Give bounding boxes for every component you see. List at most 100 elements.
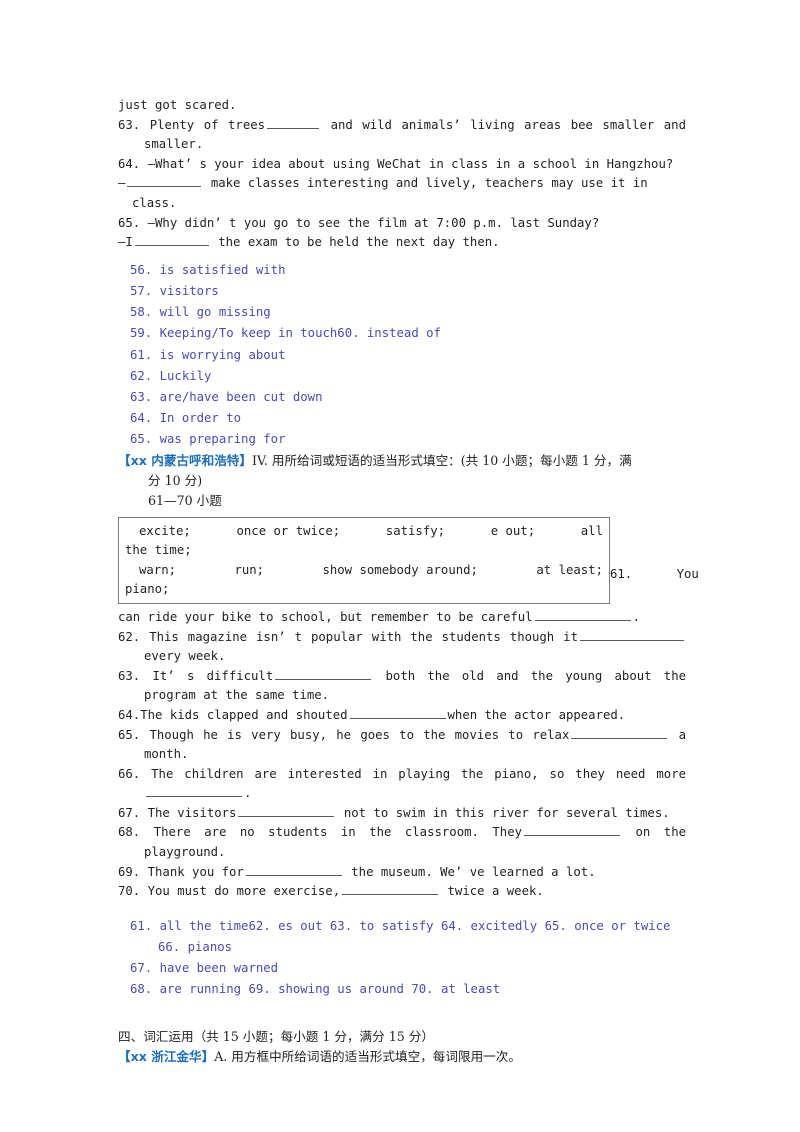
answer-key-bottom-line-1: 61. all the time62. es out 63. to satisf… [130, 918, 671, 933]
question-65b-number: 65. [118, 727, 141, 742]
question-64-prompt: 64. —What’ s your idea about using WeCha… [118, 155, 686, 175]
question-68: 68. There are no students in the classro… [118, 823, 686, 862]
question-65-dash: —I [118, 235, 133, 250]
answer-blank[interactable] [349, 707, 446, 719]
question-65-prompt: 65. —Why didn’ t you go to see the film … [118, 214, 686, 234]
answer-blank[interactable] [580, 629, 684, 641]
question-61-text-before: can ride your bike to school, but rememb… [118, 609, 533, 624]
word-bank-term: all [580, 523, 603, 538]
answer-key-line: 57. visitors [130, 283, 219, 298]
answer-blank[interactable] [146, 786, 242, 798]
question-67-text-before: The visitors [147, 805, 237, 820]
question-70-number: 70. [118, 884, 141, 899]
answer-blank[interactable] [245, 864, 342, 876]
answer-blank[interactable] [238, 805, 335, 817]
answer-key-line: 61. is worrying about [130, 347, 286, 362]
word-bank-term: e out; [490, 523, 536, 538]
inner-mongolia-instruction: 【xx 内蒙古呼和浩特】IV. 用所给词或短语的适当形式填空：(共 10 小题；… [118, 451, 686, 471]
word-bank-row-2: the time; [125, 543, 192, 558]
answer-blank[interactable] [134, 235, 209, 247]
word-bank-row-4: piano; [125, 582, 170, 597]
question-66-number: 66. [118, 766, 141, 781]
question-69-text-before: Thank you for [147, 864, 244, 879]
question-63b-number: 63. [118, 668, 141, 683]
word-bank-term: at least; [536, 562, 603, 577]
answer-blank[interactable] [342, 884, 439, 896]
answer-key-line: 64. In order to [130, 411, 242, 426]
answer-key-line: 56. is satisfied with [130, 262, 286, 277]
word-bank-row-1: excite; once or twice; satisfy; e out; a… [125, 522, 603, 542]
question-62-text-before: This magazine isn’ t popular with the st… [149, 629, 578, 644]
question-64-bottom: 64.The kids clapped and shouted when the … [118, 706, 686, 726]
question-64b-number: 64. [118, 707, 141, 722]
question-66-text-after: . [244, 786, 252, 801]
question-62-text-after: every week. [144, 649, 226, 664]
answer-key-bottom-line-2: 66. pianos [158, 940, 233, 955]
question-68-text-before: There are no students in the classroom. … [153, 825, 523, 840]
question-61-continuation: can ride your bike to school, but rememb… [118, 608, 686, 628]
inner-mongolia-instruction-text: IV. 用所给词或短语的适当形式填空：(共 10 小题；每小题 1 分，满 [251, 452, 632, 468]
question-68-number: 68. [118, 825, 141, 840]
question-69: 69. Thank you for the museum. We’ ve lea… [118, 863, 686, 883]
word-bank-box: excite; once or twice; satisfy; e out; a… [118, 516, 610, 604]
question-70-text-after: twice a week. [447, 884, 544, 899]
jinhua-section-heading: 四、词汇运用（共 15 小题；每小题 1 分，满分 15 分） [118, 1028, 434, 1044]
answer-key-line: 65. was preparing for [130, 432, 286, 447]
answer-blank[interactable] [275, 668, 372, 680]
answer-blank[interactable] [267, 117, 320, 129]
question-70: 70. You must do more exercise, twice a w… [118, 882, 686, 902]
continuation-line: just got scared. [118, 98, 237, 112]
question-64-reply-text: make classes interesting and lively, tea… [132, 176, 648, 210]
question-65-prompt-text: —Why didn’ t you go to see the film at 7… [147, 215, 600, 230]
word-bank-term: excite; [139, 523, 191, 538]
question-67: 67. The visitors not to swim in this riv… [118, 804, 686, 824]
question-61-text-after: . [632, 609, 640, 624]
source-tag-jinhua: 【xx 浙江金华】 [118, 1048, 215, 1064]
question-63-bottom: 63. It’ s difficult both the old and the… [118, 667, 686, 706]
answer-key-bottom-line-4: 68. are running 69. showing us around 70… [130, 982, 501, 997]
answer-blank[interactable] [534, 610, 631, 621]
question-65-bottom: 65. Though he is very busy, he goes to t… [118, 726, 686, 765]
question-65-reply: —I the exam to be held the next day then… [118, 233, 686, 253]
word-bank-term: show somebody around; [322, 562, 478, 577]
source-tag-inner-mongolia: 【xx 内蒙古呼和浩特】 [118, 452, 252, 468]
inner-mongolia-instruction-line2: 分 10 分) [148, 472, 203, 488]
question-66-text-before: The children are interested in playing t… [151, 766, 686, 781]
question-64-number: 64. [118, 156, 141, 171]
question-70-text-before: You must do more exercise, [147, 884, 341, 899]
question-65-reply-text: the exam to be held the next day then. [218, 235, 500, 250]
question-65-number: 65. [118, 215, 141, 230]
word-bank-term: satisfy; [385, 523, 446, 538]
page-content: just got scared. 63. Plenty of trees and… [118, 96, 686, 1067]
question-63-number: 63. [118, 117, 141, 132]
answer-key-line: 63. are/have been cut down [130, 389, 323, 404]
answer-key-bottom-line-3: 67. have been warned [130, 961, 279, 976]
question-62: 62. This magazine isn’ t popular with th… [118, 628, 686, 667]
question-69-number: 69. [118, 864, 141, 879]
answer-blank[interactable] [127, 176, 202, 188]
jinhua-instruction-text: A. 用方框中所给词语的适当形式填空，每词限用一次。 [214, 1048, 521, 1064]
question-62-number: 62. [118, 629, 141, 644]
question-63-text-before: Plenty of trees [149, 117, 266, 132]
question-65b-text-before: Though he is very busy, he goes to the m… [149, 727, 570, 742]
answer-key-line: 62. Luckily [130, 368, 212, 383]
answer-blank[interactable] [571, 727, 668, 739]
answer-key-line: 58. will go missing [130, 305, 271, 320]
word-bank-term: warn; [139, 562, 177, 577]
question-64-dash: — [118, 176, 126, 191]
question-64b-text-after: when the actor appeared. [447, 707, 626, 722]
question-61-lead: 61. You [610, 567, 699, 581]
question-63-top: 63. Plenty of trees and wild animals’ li… [118, 116, 686, 155]
worksheet-page: just got scared. 63. Plenty of trees and… [0, 0, 800, 1132]
question-64b-text-before: The kids clapped and shouted [140, 707, 348, 722]
answer-blank[interactable] [524, 825, 621, 837]
word-bank-term: once or twice; [236, 523, 341, 538]
question-67-text-after: not to swim in this river for several ti… [343, 805, 670, 820]
question-69-text-after: the museum. We’ ve learned a lot. [351, 864, 596, 879]
word-bank-term: run; [234, 562, 265, 577]
word-bank-row-3: warn; run; show somebody around; at leas… [125, 561, 603, 581]
jinhua-instruction: 【xx 浙江金华】A. 用方框中所给词语的适当形式填空，每词限用一次。 [118, 1047, 686, 1067]
